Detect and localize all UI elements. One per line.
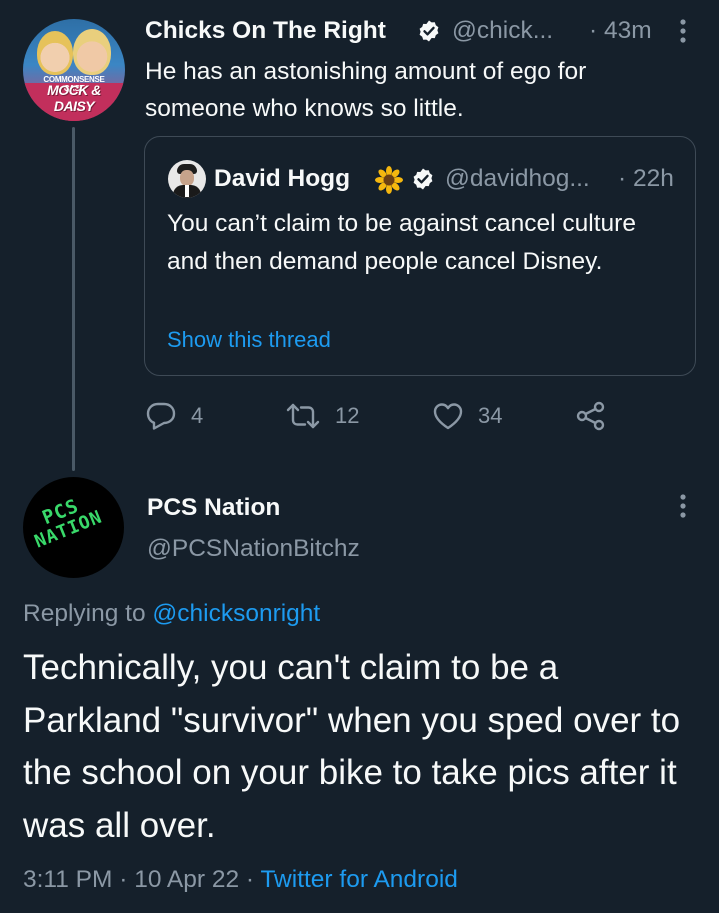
retweet-count: 12 [335,403,360,428]
retweet-button[interactable]: 12 [285,396,359,436]
share-icon [576,401,605,431]
tweet-text: Technically, you can't claim to be a Par… [23,648,681,845]
quoted-author-name[interactable]: David Hogg [214,161,350,197]
replying-to-label: Replying to [23,600,146,627]
sunflower-icon [375,166,403,194]
more-options-icon[interactable] [677,18,689,44]
tweet-source-link[interactable]: Twitter for Android [260,866,457,893]
retweet-icon [286,403,320,429]
tweet-author-handle[interactable]: @PCSNationBitchz [147,531,360,567]
reply-button[interactable]: 4 [145,396,203,436]
tweet-timestamp-date[interactable]: 3:11 PM · 10 Apr 22 · [23,866,254,893]
avatar-logo-text: MOCK & DAISY [47,82,101,114]
thread-connector-line [72,127,75,471]
verified-badge-icon [419,20,439,42]
tweet-author-handle[interactable]: @chick... [452,13,553,49]
like-icon [433,403,463,430]
replying-to-mention-link[interactable]: @chicksonright [152,600,320,627]
share-button[interactable] [575,396,607,436]
reply-count: 4 [191,403,204,428]
avatar-face-left [37,31,73,75]
more-options-icon[interactable] [677,493,689,519]
avatar-face [180,170,194,186]
avatar-face-right [73,29,111,75]
like-count: 34 [478,403,503,428]
avatar-chicks-on-the-right[interactable]: COMMONSENSE CAST MOCK & DAISY [23,19,125,121]
tweet-timestamp[interactable]: · 43m [589,13,652,49]
avatar-tie [185,185,189,197]
replying-to-line: Replying to @chicksonright [23,597,320,631]
quoted-timestamp[interactable]: · 22h [618,161,674,197]
tweet-text: He has an astonishing amount of ego for … [145,58,587,122]
avatar-pcs-nation[interactable]: PCS NATION [23,477,124,578]
verified-badge-icon [413,168,433,190]
like-button[interactable]: 34 [432,396,502,436]
quoted-tweet-text: You can’t claim to be against cancel cul… [167,210,636,275]
quoted-author-avatar[interactable] [168,160,206,198]
tweet-author-name[interactable]: PCS Nation [147,490,280,526]
show-thread-link[interactable]: Show this thread [167,325,331,355]
quoted-author-handle[interactable]: @davidhog... [445,161,590,197]
tweet-author-name[interactable]: Chicks On The Right [145,13,386,49]
reply-icon [146,402,176,430]
tweet-meta: 3:11 PM · 10 Apr 22 · Twitter for Androi… [23,862,458,898]
